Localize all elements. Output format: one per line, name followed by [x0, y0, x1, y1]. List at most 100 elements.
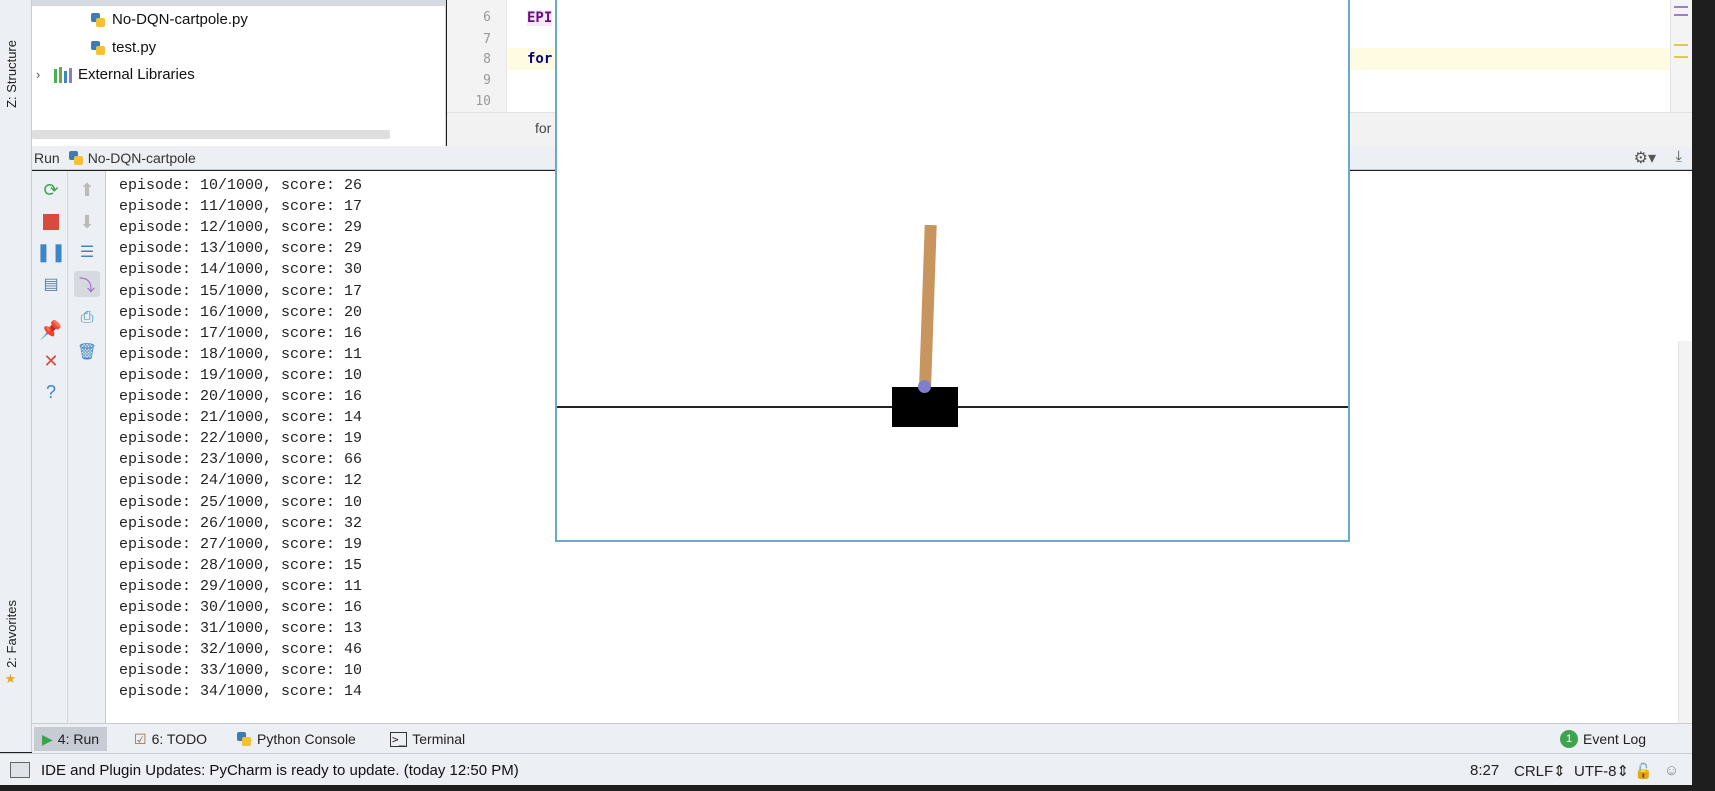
tab-todo[interactable]: ☑ 6: TODO	[126, 727, 215, 751]
structure-tab[interactable]: Z: Structure	[4, 40, 19, 108]
project-tree-pane: No-DQN-cartpole.py test.py › External Li…	[32, 0, 446, 155]
python-file-icon	[90, 12, 106, 28]
console-line: episode: 31/1000, score: 13	[119, 620, 363, 638]
hide-panel-icon[interactable]: ⤓	[1675, 148, 1682, 165]
error-marker[interactable]	[1674, 6, 1688, 8]
console-line: episode: 18/1000, score: 11	[119, 345, 363, 363]
tree-item-label: test.py	[112, 39, 157, 56]
tree-item-label: External Libraries	[78, 66, 195, 83]
run-config-name: No-DQN-cartpole	[87, 149, 196, 166]
tree-item-no-dqn-cartpole[interactable]: No-DQN-cartpole.py	[90, 11, 248, 28]
run-toolbar-primary: ⟳ ❚❚ ▤ 📌 ✕ ?	[32, 171, 68, 723]
structure-tab-label: Z: Structure	[4, 40, 19, 108]
line-number: 9	[483, 73, 491, 88]
lock-icon[interactable]: 🔓	[1634, 762, 1653, 780]
console-line: episode: 28/1000, score: 15	[119, 556, 363, 574]
warning-marker[interactable]	[1674, 56, 1688, 58]
inspector-icon[interactable]: ☺	[1664, 762, 1679, 779]
python-run-config-icon	[68, 150, 84, 166]
tab-run-label: 4: Run	[57, 731, 100, 747]
tab-terminal-label: Terminal	[412, 731, 466, 747]
library-icon	[54, 66, 72, 83]
stop-icon	[43, 214, 59, 230]
toggle-tool-windows-icon[interactable]	[10, 762, 30, 778]
console-line: episode: 27/1000, score: 19	[119, 535, 363, 553]
print-icon[interactable]: ⎙	[74, 305, 100, 331]
console-line: episode: 17/1000, score: 16	[119, 324, 363, 342]
python-console-icon	[236, 731, 252, 747]
arrow-down-icon[interactable]: ⬇	[74, 209, 100, 235]
soft-wrap-icon[interactable]: ☰	[74, 239, 100, 265]
trash-icon[interactable]: 🗑	[74, 339, 100, 365]
rerun-icon[interactable]: ⟳	[38, 177, 64, 203]
help-icon[interactable]: ?	[38, 379, 64, 405]
tree-item-test-py[interactable]: test.py	[90, 39, 156, 56]
run-title: Run	[34, 149, 60, 166]
breadcrumb[interactable]: for	[535, 120, 551, 136]
error-marker[interactable]	[1674, 14, 1688, 16]
cart	[892, 387, 958, 427]
left-tool-strip: Z: Structure ★ 2: Favorites	[0, 0, 32, 752]
scroll-to-end-icon[interactable]: ⤵	[74, 271, 100, 297]
favorites-tab[interactable]: ★ 2: Favorites	[4, 600, 19, 687]
arrow-up-icon[interactable]: ⬆	[74, 177, 100, 203]
line-number-gutter: 6 7 8 9 10	[447, 0, 507, 112]
console-line: episode: 16/1000, score: 20	[119, 303, 363, 321]
console-line: episode: 33/1000, score: 10	[119, 662, 363, 680]
tab-run[interactable]: ▶ 4: Run	[34, 727, 108, 751]
console-line: episode: 24/1000, score: 12	[119, 472, 363, 490]
console-line: episode: 13/1000, score: 29	[119, 240, 363, 258]
console-scrollbar[interactable]	[1678, 341, 1692, 723]
star-icon: ★	[4, 671, 19, 687]
event-log-label: Event Log	[1583, 731, 1647, 747]
tab-python-console-label: Python Console	[257, 731, 356, 747]
line-separator-selector[interactable]: CRLF⇕	[1514, 762, 1566, 780]
gym-cartpole-render-window[interactable]	[555, 0, 1350, 542]
line-number: 7	[483, 32, 491, 47]
close-icon[interactable]: ✕	[38, 348, 64, 374]
console-line: episode: 19/1000, score: 10	[119, 366, 363, 384]
tree-item-label: No-DQN-cartpole.py	[112, 11, 248, 28]
pole	[919, 224, 937, 390]
encoding-label: UTF-8	[1574, 763, 1617, 780]
pause-icon[interactable]: ❚❚	[36, 239, 66, 265]
terminal-icon: >_	[390, 731, 408, 747]
event-log-count-badge: 1	[1560, 730, 1578, 748]
editor-scroll-markers[interactable]	[1670, 0, 1692, 112]
code-line-6[interactable]: EPI	[527, 10, 553, 26]
restore-layout-icon[interactable]: ▤	[38, 271, 64, 297]
gear-icon[interactable]: ⚙▾	[1634, 148, 1656, 168]
console-line: episode: 14/1000, score: 30	[119, 261, 363, 279]
todo-icon: ☑	[134, 730, 147, 747]
line-separator-label: CRLF	[1514, 763, 1554, 780]
status-message[interactable]: IDE and Plugin Updates: PyCharm is ready…	[41, 762, 519, 779]
play-icon: ▶	[42, 730, 53, 747]
tree-item-external-libraries[interactable]: › External Libraries	[36, 66, 195, 83]
code-line-8[interactable]: for	[527, 51, 552, 67]
run-config-tab[interactable]: No-DQN-cartpole	[68, 150, 196, 166]
warning-marker[interactable]	[1674, 44, 1688, 46]
line-number: 6	[483, 10, 491, 25]
chevron-right-icon[interactable]: ›	[36, 67, 48, 82]
horizontal-scrollbar[interactable]	[32, 130, 390, 139]
encoding-selector[interactable]: UTF-8⇕	[1574, 762, 1629, 780]
console-line: episode: 34/1000, score: 14	[119, 683, 363, 701]
tool-window-bar: ▶ 4: Run ☑ 6: TODO Python Console >_ Ter…	[32, 723, 1692, 753]
caret-position[interactable]: 8:27	[1470, 762, 1499, 779]
favorites-tab-label: 2: Favorites	[4, 600, 19, 668]
console-line: episode: 30/1000, score: 16	[119, 599, 363, 616]
pin-icon[interactable]: 📌	[38, 317, 64, 343]
run-toolbar-secondary: ⬆ ⬇ ☰ ⤵ ⎙ 🗑	[68, 171, 106, 723]
line-number: 8	[483, 52, 491, 67]
tree-selection-row[interactable]	[32, 0, 446, 6]
event-log-button[interactable]: 1 Event Log	[1552, 727, 1654, 751]
console-line: episode: 15/1000, score: 17	[119, 282, 363, 300]
stop-button[interactable]	[38, 209, 64, 235]
tab-terminal[interactable]: >_ Terminal	[382, 727, 473, 751]
python-file-icon	[90, 40, 106, 56]
console-line: episode: 21/1000, score: 14	[119, 409, 363, 427]
tab-python-console[interactable]: Python Console	[228, 727, 364, 751]
console-line: episode: 10/1000, score: 26	[119, 177, 363, 194]
console-line: episode: 11/1000, score: 17	[119, 198, 363, 216]
console-line: episode: 32/1000, score: 46	[119, 641, 363, 659]
